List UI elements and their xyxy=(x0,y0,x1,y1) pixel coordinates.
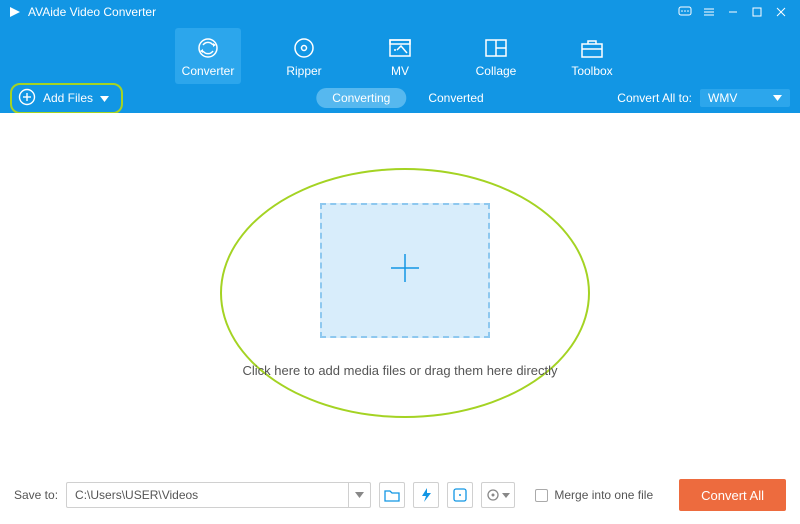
tab-toolbox[interactable]: Toolbox xyxy=(559,28,625,84)
header: AVAide Video Converter Converter xyxy=(0,0,800,113)
tab-label: Ripper xyxy=(286,64,321,78)
convert-all-label: Convert All xyxy=(701,488,764,503)
add-files-label: Add Files xyxy=(43,91,93,105)
converter-icon xyxy=(195,35,221,61)
toolbox-icon xyxy=(579,35,605,61)
feedback-icon[interactable] xyxy=(674,1,696,23)
open-folder-button[interactable] xyxy=(379,482,405,508)
status-tabs: Converting Converted xyxy=(316,88,483,108)
plus-icon xyxy=(385,248,425,293)
task-schedule-button[interactable] xyxy=(447,482,473,508)
chevron-down-icon xyxy=(773,95,782,101)
output-format-select[interactable]: WMV xyxy=(700,89,790,107)
chevron-down-icon xyxy=(100,91,109,105)
save-path-box xyxy=(66,482,371,508)
drop-hint: Click here to add media files or drag th… xyxy=(0,363,800,378)
tab-converted[interactable]: Converted xyxy=(428,91,483,105)
drop-zone[interactable] xyxy=(320,203,490,338)
close-icon[interactable] xyxy=(770,1,792,23)
tab-label: Toolbox xyxy=(571,64,612,78)
nav-tabs: Converter Ripper MV Collage Toolbox xyxy=(0,28,800,84)
tab-collage[interactable]: Collage xyxy=(463,28,529,84)
output-format-value: WMV xyxy=(708,91,737,105)
titlebar: AVAide Video Converter xyxy=(0,0,800,24)
save-to-label: Save to: xyxy=(14,488,58,502)
merge-label: Merge into one file xyxy=(554,488,653,502)
tab-label: MV xyxy=(391,64,409,78)
tab-mv[interactable]: MV xyxy=(367,28,433,84)
tab-ripper[interactable]: Ripper xyxy=(271,28,337,84)
content-area: Click here to add media files or drag th… xyxy=(0,113,800,466)
save-path-dropdown[interactable] xyxy=(348,483,370,507)
ripper-icon xyxy=(291,35,317,61)
subbar: Add Files Converting Converted Convert A… xyxy=(0,83,800,113)
maximize-icon[interactable] xyxy=(746,1,768,23)
mv-icon xyxy=(387,35,413,61)
merge-checkbox[interactable]: Merge into one file xyxy=(535,488,653,502)
add-files-button[interactable]: Add Files xyxy=(10,83,123,114)
collage-icon xyxy=(483,35,509,61)
settings-button[interactable] xyxy=(481,482,515,508)
minimize-icon[interactable] xyxy=(722,1,744,23)
tab-converting[interactable]: Converting xyxy=(316,88,406,108)
tab-converter[interactable]: Converter xyxy=(175,28,241,84)
convert-all-to: Convert All to: WMV xyxy=(617,89,790,107)
tab-label: Collage xyxy=(476,64,517,78)
plus-circle-icon xyxy=(18,88,36,109)
footer: Save to: Merge into one file Convert All xyxy=(0,466,800,524)
app-logo-icon xyxy=(8,5,22,19)
app-title: AVAide Video Converter xyxy=(28,5,156,19)
tab-label: Converter xyxy=(182,64,235,78)
gpu-accel-button[interactable] xyxy=(413,482,439,508)
convert-all-button[interactable]: Convert All xyxy=(679,479,786,511)
save-path-input[interactable] xyxy=(67,488,348,502)
menu-icon[interactable] xyxy=(698,1,720,23)
checkbox-icon xyxy=(535,489,548,502)
convert-all-to-label: Convert All to: xyxy=(617,91,692,105)
